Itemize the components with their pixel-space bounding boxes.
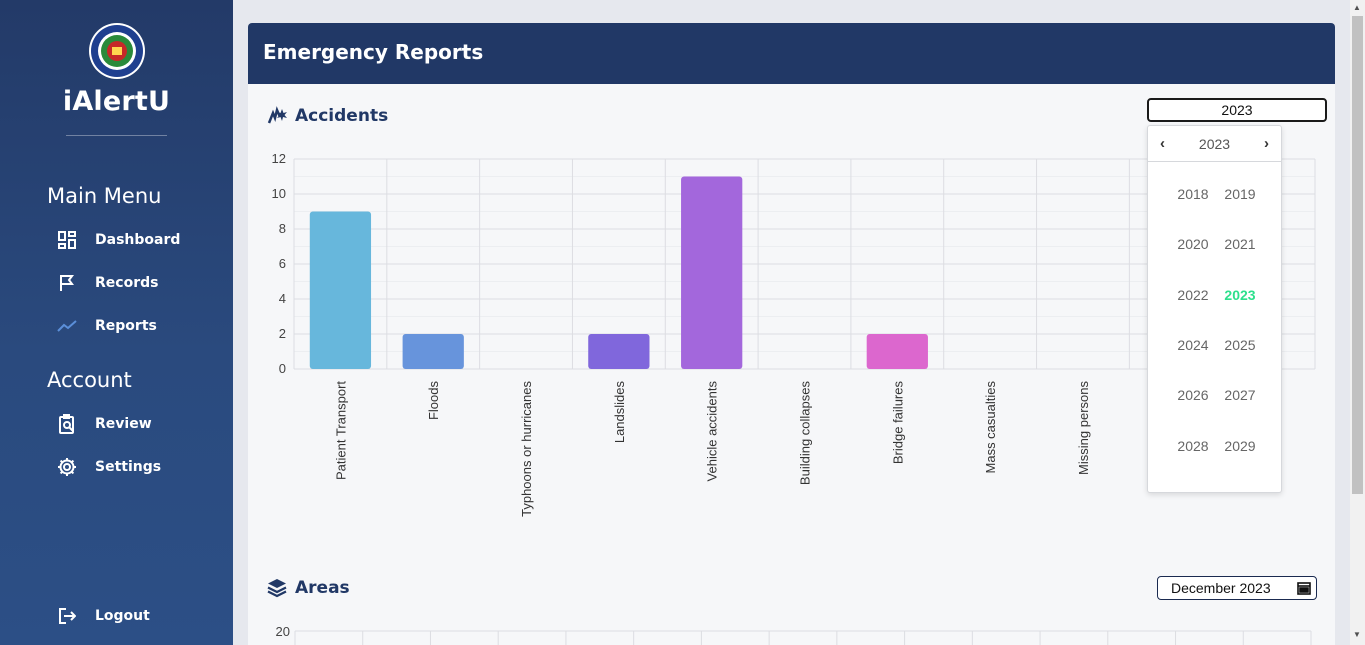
y-tick-label: 0 (279, 361, 286, 376)
y-tick-label: 10 (272, 186, 286, 201)
dashboard-icon (56, 229, 78, 251)
scroll-thumb[interactable] (1352, 16, 1363, 494)
year-option[interactable]: 2018 (1168, 186, 1218, 202)
page-title: Emergency Reports (248, 23, 1335, 84)
year-option[interactable]: 2022 (1168, 287, 1218, 303)
bar (588, 334, 650, 369)
accidents-heading: Accidents (266, 105, 388, 127)
sidebar-item-label: Settings (95, 459, 162, 475)
year-option[interactable]: 2019 (1215, 186, 1265, 202)
calendar-icon[interactable] (1297, 581, 1311, 595)
year-option[interactable]: 2023 (1215, 287, 1265, 303)
sidebar-item-label: Review (95, 416, 152, 432)
x-tick-label: Typhoons or hurricanes (519, 381, 534, 517)
year-picker-dropdown: ‹ 2023 › 2018 2019 2020 2021 2022 2023 2024 202… (1147, 125, 1282, 493)
bar (681, 176, 743, 369)
year-option[interactable]: 2029 (1215, 438, 1265, 454)
sidebar-item-review[interactable]: Review (56, 412, 152, 436)
sidebar-item-reports[interactable]: Reports (56, 314, 157, 338)
x-tick-label: Patient Transport (333, 381, 348, 480)
year-option[interactable]: 2025 (1215, 337, 1265, 353)
next-decade-arrow[interactable]: › (1264, 135, 1269, 152)
year-option[interactable]: 2021 (1215, 236, 1265, 252)
bar (309, 211, 372, 369)
logo-seal-icon (89, 23, 145, 79)
bar (866, 334, 928, 369)
sidebar-item-label: Dashboard (95, 232, 181, 248)
x-tick-label: Mass casualties (983, 381, 998, 474)
year-option[interactable]: 2026 (1168, 387, 1218, 403)
y-tick-label: 2 (279, 326, 286, 341)
sidebar-item-dashboard[interactable]: Dashboard (56, 228, 180, 252)
year-option[interactable]: 2028 (1168, 438, 1218, 454)
account-title: Account (47, 368, 132, 392)
scroll-up-arrow[interactable]: ▲ (1353, 3, 1361, 12)
main-menu-title: Main Menu (47, 184, 162, 208)
y-tick-label: 12 (272, 151, 286, 166)
brand-divider (66, 135, 167, 136)
y-tick-label: 20 (276, 624, 290, 639)
gear-icon (56, 456, 78, 478)
y-tick-label: 6 (279, 256, 286, 271)
y-tick-label: 4 (279, 291, 286, 306)
areas-title: Areas (295, 578, 350, 598)
trend-line-icon (56, 315, 78, 337)
sidebar-item-label: Reports (95, 318, 157, 334)
sidebar-item-label: Records (95, 275, 159, 291)
app-name: iAlertU (62, 86, 171, 117)
prev-decade-arrow[interactable]: ‹ (1160, 135, 1165, 152)
year-select[interactable]: 2023 (1147, 98, 1327, 122)
sidebar: iAlertU Main Menu Dashboard Records Repo… (0, 0, 233, 645)
x-tick-label: Landslides (612, 381, 627, 444)
month-input[interactable]: December 2023 (1157, 576, 1317, 600)
year-option[interactable]: 2024 (1168, 337, 1218, 353)
areas-chart: 20 (276, 624, 1312, 645)
scroll-down-arrow[interactable]: ▼ (1353, 630, 1361, 639)
y-tick-label: 8 (279, 221, 286, 236)
x-tick-label: Vehicle accidents (705, 381, 720, 482)
flag-icon (56, 272, 78, 294)
page-scrollbar[interactable]: ▲ ▼ (1350, 0, 1365, 645)
accident-burst-icon (267, 106, 287, 124)
sidebar-item-settings[interactable]: Settings (56, 455, 161, 479)
layers-icon (267, 579, 287, 598)
x-tick-label: Floods (426, 381, 441, 421)
logout-icon (56, 605, 78, 627)
year-picker-header: ‹ 2023 › (1148, 126, 1281, 162)
x-tick-label: Bridge failures (890, 381, 905, 465)
areas-heading: Areas (266, 577, 350, 599)
year-picker-current: 2023 (1198, 135, 1231, 152)
year-option[interactable]: 2027 (1215, 387, 1265, 403)
year-option[interactable]: 2020 (1168, 236, 1218, 252)
sidebar-item-records[interactable]: Records (56, 271, 158, 295)
clipboard-search-icon (56, 413, 78, 435)
x-tick-label: Building collapses (798, 381, 813, 486)
month-value: December 2023 (1171, 580, 1271, 596)
x-tick-label: Missing persons (1076, 381, 1091, 475)
bar (402, 334, 464, 369)
logout-label: Logout (95, 608, 150, 624)
logout-button[interactable]: Logout (56, 604, 150, 628)
accidents-title: Accidents (295, 106, 389, 126)
